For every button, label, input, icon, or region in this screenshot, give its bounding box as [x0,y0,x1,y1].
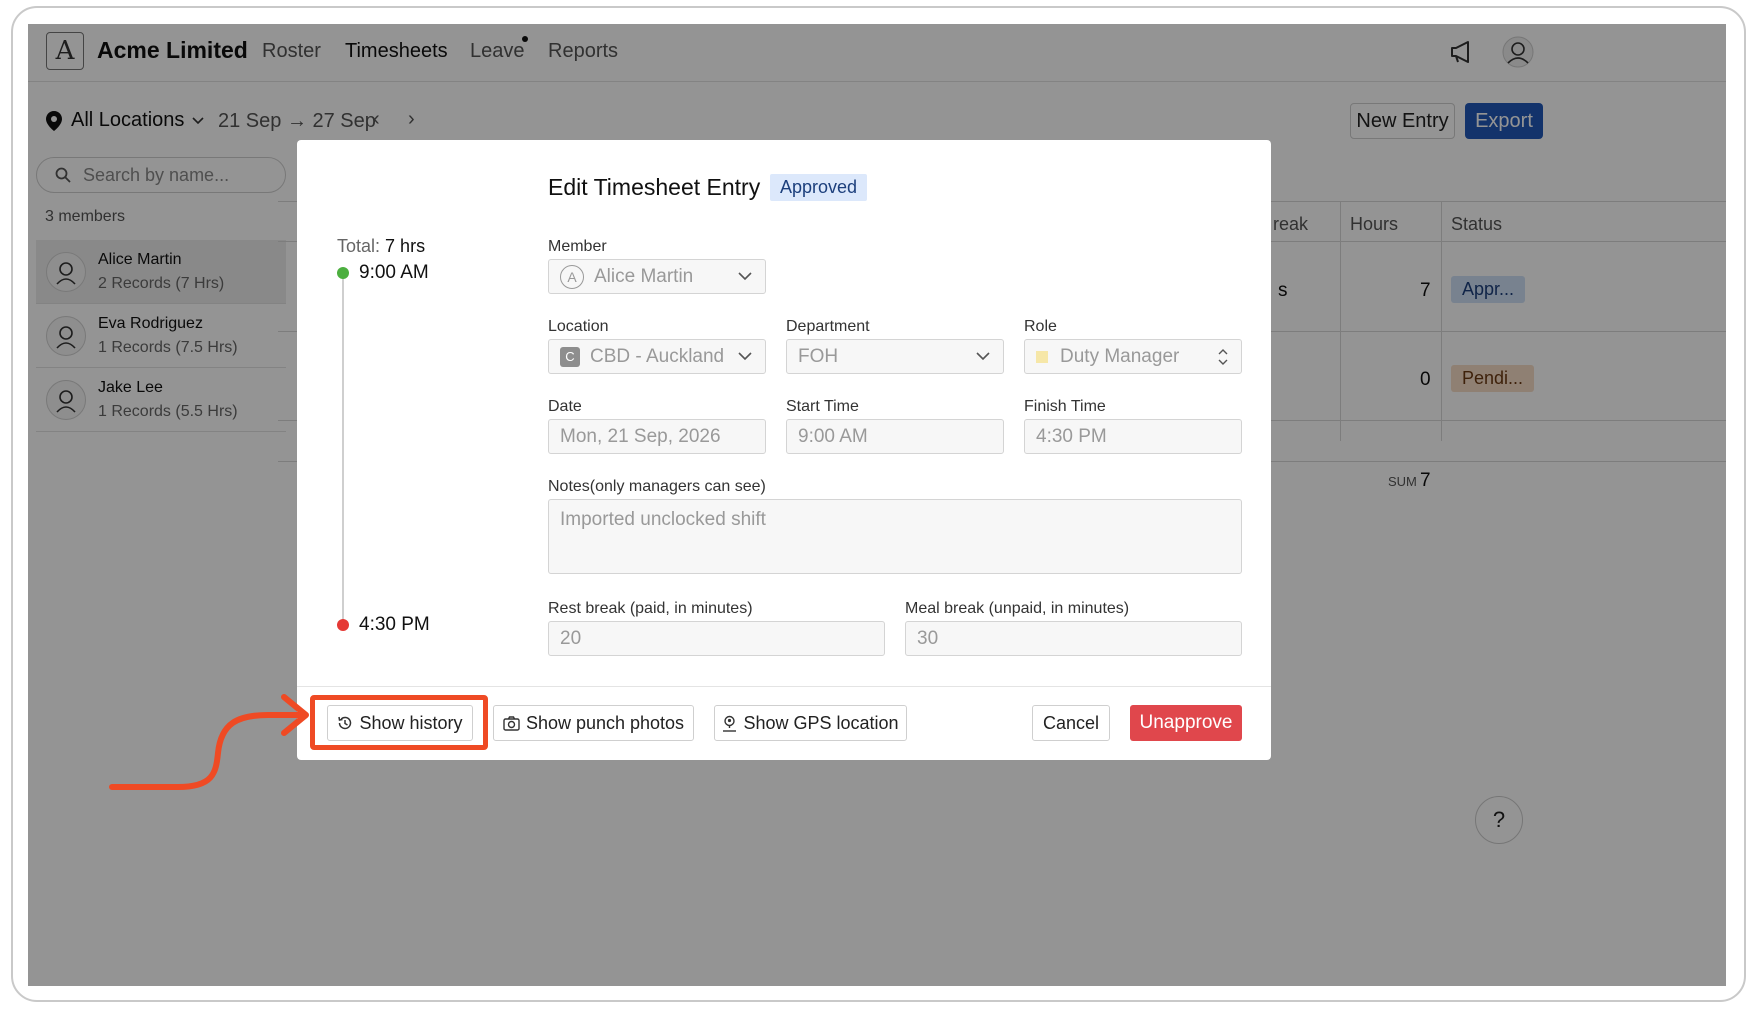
edit-timesheet-modal: Edit Timesheet Entry Approved Total: 7 h… [297,140,1271,760]
total-value: 7 hrs [385,236,426,256]
window-frame: A Acme Limited Roster Timesheets Leave R… [11,6,1746,1002]
chevron-down-icon [976,352,990,361]
date-input[interactable]: Mon, 21 Sep, 2026 [548,419,766,454]
timeline-start-time: 9:00 AM [359,262,429,283]
role-color-swatch [1036,350,1048,363]
rest-break-label: Rest break (paid, in minutes) [548,600,753,617]
notes-label: Notes(only managers can see) [548,478,766,495]
show-gps-location-label: Show GPS location [743,712,899,733]
location-select[interactable]: C CBD - Auckland [548,339,766,374]
unapprove-button[interactable]: Unapprove [1130,705,1242,741]
chevron-down-icon [738,272,752,281]
start-dot [337,267,349,279]
finish-time-label: Finish Time [1024,398,1106,415]
location-initial-icon: C [560,346,580,367]
rest-break-input[interactable]: 20 [548,621,885,656]
role-label: Role [1024,318,1057,335]
location-field-label: Location [548,318,609,335]
modal-title: Edit Timesheet Entry [548,174,761,200]
location-person-icon [723,715,737,732]
modal-footer-divider [297,686,1271,687]
member-label: Member [548,238,607,255]
total-hours: Total: 7 hrs [337,236,425,257]
start-time-label: Start Time [786,398,859,415]
camera-icon [503,715,520,731]
location-value: CBD - Auckland [590,345,725,367]
timeline-end-time: 4:30 PM [359,614,430,635]
finish-time-input[interactable]: 4:30 PM [1024,419,1242,454]
annotation-arrow-icon [109,694,309,790]
member-initial-icon: A [560,264,584,289]
department-select[interactable]: FOH [786,339,1004,374]
updown-chevron-icon [1218,349,1228,365]
department-value: FOH [798,345,839,367]
chevron-down-icon [738,352,752,361]
show-punch-photos-label: Show punch photos [525,712,685,733]
department-label: Department [786,318,870,335]
meal-break-input[interactable]: 30 [905,621,1242,656]
notes-textarea[interactable]: Imported unclocked shift [548,499,1242,574]
end-dot [337,619,349,631]
timeline-line [342,272,344,624]
status-badge: Approved [770,174,868,201]
meal-break-label: Meal break (unpaid, in minutes) [905,600,1130,617]
cancel-button[interactable]: Cancel [1032,705,1110,741]
show-gps-location-button[interactable]: Show GPS location [714,705,907,741]
member-select[interactable]: A Alice Martin [548,259,766,294]
role-value: Duty Manager [1060,345,1180,367]
annotation-highlight-box [310,695,488,750]
date-label: Date [548,398,582,415]
start-time-input[interactable]: 9:00 AM [786,419,1004,454]
role-select[interactable]: Duty Manager [1024,339,1242,374]
total-label: Total: [337,236,381,256]
member-value: Alice Martin [594,265,694,287]
show-punch-photos-button[interactable]: Show punch photos [493,705,694,741]
